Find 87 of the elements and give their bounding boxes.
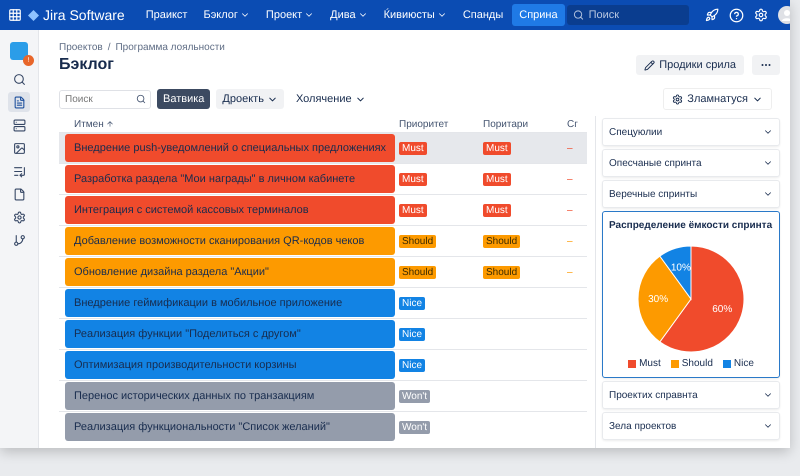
breadcrumb-link[interactable]: Проектов	[59, 42, 103, 53]
section-header[interactable]: Веречные спринты	[603, 181, 779, 207]
search-field[interactable]: Поиск	[566, 5, 689, 25]
issue-title: Реализация функции "Поделиться с другом"	[65, 320, 395, 348]
empty-value: –	[567, 142, 574, 154]
backlog-row[interactable]: Интеграция с системой кассовых терминалов Must Must –	[59, 194, 587, 225]
filter-button[interactable]: Холячение	[290, 89, 372, 109]
empty-value: –	[567, 174, 574, 184]
empty-value: –	[567, 204, 574, 216]
settings-icon[interactable]	[754, 8, 768, 22]
backlog-row[interactable]: Обновление дизайна раздела "Акции" Should Should –	[59, 256, 587, 287]
priority-label: Must	[483, 204, 511, 216]
search-icon	[572, 10, 584, 20]
backlog-row[interactable]: Добавление возможности сканирования QR-кодов чеков Should Should –	[59, 225, 587, 256]
legend-item: Must	[628, 358, 661, 369]
legend-item: Nice	[722, 358, 754, 369]
app-switcher-icon[interactable]	[8, 8, 22, 22]
priority-label: Should	[399, 234, 436, 248]
priority-label: Must	[399, 172, 427, 186]
priority-label: Must	[399, 142, 427, 154]
priority-label: Nice	[399, 328, 426, 340]
nav-item[interactable]: Проект	[258, 4, 322, 26]
search-field[interactable]: Поиск	[59, 90, 151, 108]
issue-title: Внедрение геймификации в мобильное приложение	[65, 289, 395, 317]
nav-item[interactable]: Бэклог	[196, 4, 257, 26]
slice-label: 60%	[712, 304, 732, 316]
backlog-row[interactable]: Разработка раздела "Мои награды" в личном кабинете Must Must –	[59, 163, 587, 194]
settings-button[interactable]: Зламнатуся	[663, 88, 772, 110]
search-icon	[136, 94, 146, 104]
legend-item: Should	[670, 358, 713, 369]
filter-button[interactable]: Дроекть	[216, 89, 284, 109]
section-header[interactable]: Проектих справнта	[603, 382, 779, 408]
empty-value: –	[567, 236, 574, 246]
empty-value: –	[567, 266, 574, 278]
slice-label: 30%	[648, 294, 668, 305]
priority-label: Nice	[399, 358, 426, 372]
priority-label: Must	[483, 142, 511, 154]
backlog-row[interactable]: Реализация функции "Поделиться с другом" Nice	[59, 318, 587, 349]
issue-title: Оптимизация производительности корзины	[65, 351, 395, 379]
issue-title: Интеграция с системой кассовых терминалов	[65, 196, 395, 224]
pencil-icon	[644, 60, 656, 70]
backlog-row[interactable]: Перенос исторических данных по транзакциям Won't	[59, 380, 587, 411]
diamond-icon	[28, 10, 39, 20]
priority-label: Should	[483, 266, 520, 278]
column-header[interactable]: Итмен	[74, 118, 395, 130]
column-header[interactable]: Приоритет	[399, 118, 479, 130]
backlog-row[interactable]: Оптимизация производительности корзины Nice	[59, 349, 587, 380]
breadcrumb-separator: /	[108, 42, 110, 53]
section-header[interactable]: Зела проектов	[603, 413, 779, 439]
gear-icon	[672, 94, 684, 104]
page-title: Бэклог	[59, 56, 114, 74]
backlog-row[interactable]: Реализация функциональности "Список желаний" Won't	[59, 411, 587, 442]
priority-label: Must	[399, 204, 427, 216]
priority-label: Won't	[399, 420, 430, 434]
section-header[interactable]: Распределение ёмкости спринта	[603, 212, 779, 238]
column-header[interactable]: Поритари	[483, 118, 563, 130]
nav-item[interactable]: Праикст	[138, 4, 194, 26]
rocket-icon[interactable]	[704, 8, 719, 22]
section-header[interactable]: Спецуюлии	[603, 119, 779, 145]
issue-title: Обновление дизайна раздела "Акции"	[65, 258, 395, 286]
nav-item[interactable]: Ќивиюсты	[376, 4, 454, 26]
priority-label: Won't	[399, 390, 430, 402]
nav-item[interactable]: Дива	[323, 4, 375, 26]
help-icon[interactable]	[728, 8, 744, 22]
filter-button[interactable]: Ватвика	[157, 89, 210, 109]
issue-title: Внедрение push-уведомлений о специальных предложениях	[65, 134, 395, 162]
edit-button[interactable]: Продики срила	[636, 55, 744, 75]
product-name: Jira Software	[43, 7, 125, 23]
breadcrumb-link[interactable]: Программа лояльности	[115, 42, 225, 53]
priority-label: Should	[483, 234, 520, 248]
priority-label: Nice	[399, 296, 426, 310]
slice-label: 10%	[670, 262, 691, 274]
nav-item[interactable]: Сприна	[512, 4, 565, 26]
sort-icon	[106, 120, 114, 128]
product-logo[interactable]: Jira Software	[28, 7, 125, 23]
issue-title: Реализация функциональности "Список желаний"	[65, 413, 395, 441]
issue-title: Перенос исторических данных по транзакциям	[65, 382, 395, 410]
section-header[interactable]: Опесчаные спринта	[603, 150, 779, 176]
issue-title: Разработка раздела "Мои награды" в личном кабинете	[65, 165, 395, 193]
nav-item[interactable]: Спанды	[456, 4, 510, 26]
issue-title: Добавление возможности сканирования QR-кодов чеков	[65, 227, 395, 255]
column-header[interactable]: Сг	[567, 118, 587, 130]
priority-label: Must	[483, 172, 511, 186]
backlog-row[interactable]: Внедрение геймификации в мобильное приложение Nice	[59, 287, 587, 318]
priority-label: Should	[399, 266, 436, 278]
backlog-row[interactable]: Внедрение push-уведомлений о специальных предложениях Must Must –	[59, 132, 587, 163]
backlog-icon[interactable]	[8, 92, 30, 112]
